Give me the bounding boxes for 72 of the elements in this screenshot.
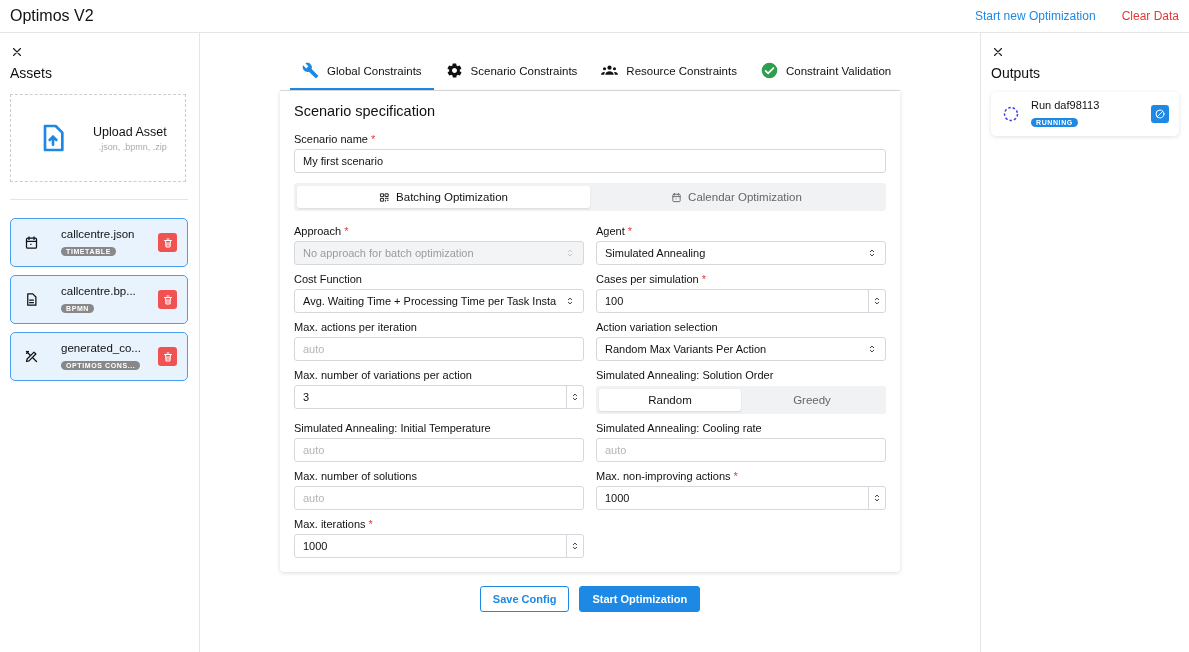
spinner-arrows-icon (570, 541, 580, 551)
field-label: Max. iterations * (294, 518, 374, 530)
number-field[interactable]: 1000 (596, 486, 886, 510)
field-label: Cost Function (294, 273, 363, 285)
action-button[interactable]: Start Optimization (579, 586, 701, 612)
spinner-arrows-icon (872, 493, 882, 503)
header-link[interactable]: Clear Data (1121, 9, 1179, 23)
field-label: Approach * (294, 225, 350, 237)
field-label: Max. number of variations per action (294, 369, 473, 381)
delete-button[interactable] (158, 347, 177, 366)
cancel-icon (1154, 108, 1166, 120)
field-label: Scenario name * (294, 133, 377, 145)
chevron-updown-icon (565, 296, 575, 306)
close-button[interactable] (991, 45, 1005, 59)
loading-spinner-icon (1003, 106, 1019, 122)
trash-icon (161, 236, 174, 249)
close-icon (10, 45, 24, 59)
cancel-button[interactable] (1151, 105, 1169, 123)
number-field[interactable]: 3 (294, 385, 584, 409)
upload-dropzone[interactable]: Upload Asset .json, .bpmn, .zip (10, 94, 186, 182)
field-label: Simulated Annealing: Initial Temperature (294, 422, 492, 434)
tab[interactable]: Scenario Constraints (433, 55, 590, 90)
tab[interactable]: Global Constraints (290, 55, 434, 90)
panel-title: Assets (10, 65, 53, 81)
number-field[interactable]: 100 (596, 289, 886, 313)
delete-button[interactable] (158, 233, 177, 252)
spinner-arrows-icon (570, 392, 580, 402)
field-label: Cases per simulation * (596, 273, 708, 285)
gear-icon (445, 62, 463, 79)
asset-name: callcentre.json (61, 227, 136, 240)
segment-option[interactable]: Batching Optimization (297, 186, 590, 208)
asset-name: generated_co... (61, 341, 142, 354)
delete-button[interactable] (158, 290, 177, 309)
panel-title: Outputs (991, 65, 1042, 81)
field-label: Max. actions per iteration (294, 321, 418, 333)
close-button[interactable] (10, 45, 24, 59)
select-field[interactable]: Random Max Variants Per Action (596, 337, 886, 361)
field-label: Simulated Annealing: Cooling rate (596, 422, 763, 434)
spinner-arrows-icon (872, 296, 882, 306)
segment-option[interactable]: Greedy (741, 389, 883, 411)
field-label: Simulated Annealing: Solution Order (596, 369, 775, 381)
number-field[interactable]: 1000 (294, 534, 584, 558)
tools-icon (24, 349, 39, 364)
tab[interactable]: Resource Constraints (589, 55, 749, 90)
select-field[interactable]: Avg. Waiting Time + Processing Time per Task Insta (294, 289, 584, 313)
run-name: Run daf98113 (1031, 99, 1101, 111)
segment-option[interactable]: Random (599, 389, 741, 411)
chevron-updown-icon (565, 248, 575, 258)
header-link[interactable]: Start new Optimization (974, 9, 1096, 23)
field-label: Action variation selection (596, 321, 719, 333)
field-label: Max. non-improving actions * (596, 470, 739, 482)
trash-icon (161, 293, 174, 306)
asset-name: callcentre.bp... (61, 284, 137, 297)
app-title: Optimos V2 (10, 7, 94, 25)
trash-icon (161, 350, 174, 363)
tab[interactable]: Constraint Validation (748, 55, 904, 90)
qr-grid-icon (379, 191, 391, 203)
calendar-icon (671, 191, 683, 203)
chevron-updown-icon (867, 344, 877, 354)
calendar-icon (24, 235, 39, 250)
select-field[interactable]: Simulated Annealing (596, 241, 886, 265)
chevron-updown-icon (867, 248, 877, 258)
action-button[interactable]: Save Config (479, 586, 570, 612)
check-circle-icon (760, 62, 778, 79)
document-icon (24, 292, 39, 307)
field-label: Agent * (596, 225, 634, 237)
wrench-icon (302, 62, 319, 79)
segment-option[interactable]: Calendar Optimization (590, 186, 883, 208)
card-title: Scenario specification (294, 103, 437, 119)
input-field[interactable]: My first scenario (294, 149, 886, 173)
close-icon (991, 45, 1005, 59)
field-label: Max. number of solutions (294, 470, 418, 482)
